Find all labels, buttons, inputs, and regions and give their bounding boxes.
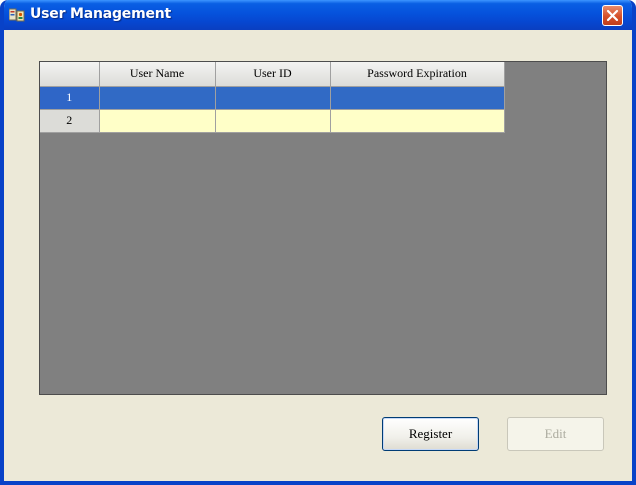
users-table: User Name User ID Password Expiration 1 … — [40, 62, 505, 133]
users-grid[interactable]: User Name User ID Password Expiration 1 … — [39, 61, 607, 395]
table-row[interactable]: 1 — [40, 86, 505, 110]
column-header-user-id[interactable]: User ID — [215, 62, 331, 87]
column-header-password-expiration[interactable]: Password Expiration — [330, 62, 505, 87]
user-management-window: User Management User Name User ID Passwo… — [0, 0, 636, 485]
title-bar[interactable]: User Management — [4, 0, 632, 30]
close-icon — [606, 9, 619, 22]
user-id-cell[interactable] — [215, 109, 331, 133]
header-row: User Name User ID Password Expiration — [40, 62, 505, 87]
table-row[interactable]: 2 — [40, 109, 505, 133]
close-button[interactable] — [602, 5, 623, 26]
row-number-header[interactable]: 2 — [40, 109, 100, 133]
column-header-user-name[interactable]: User Name — [99, 62, 216, 87]
password-expiration-cell[interactable] — [330, 86, 505, 110]
password-expiration-cell[interactable] — [330, 109, 505, 133]
user-management-app-icon — [8, 8, 25, 22]
edit-button[interactable]: Edit — [507, 417, 604, 451]
user-id-cell[interactable] — [215, 86, 331, 110]
register-button[interactable]: Register — [382, 417, 479, 451]
user-name-cell[interactable] — [99, 86, 216, 110]
user-name-cell[interactable] — [99, 109, 216, 133]
row-number-header[interactable]: 1 — [40, 86, 100, 110]
corner-header-cell[interactable] — [40, 62, 100, 87]
window-title: User Management — [30, 6, 172, 22]
